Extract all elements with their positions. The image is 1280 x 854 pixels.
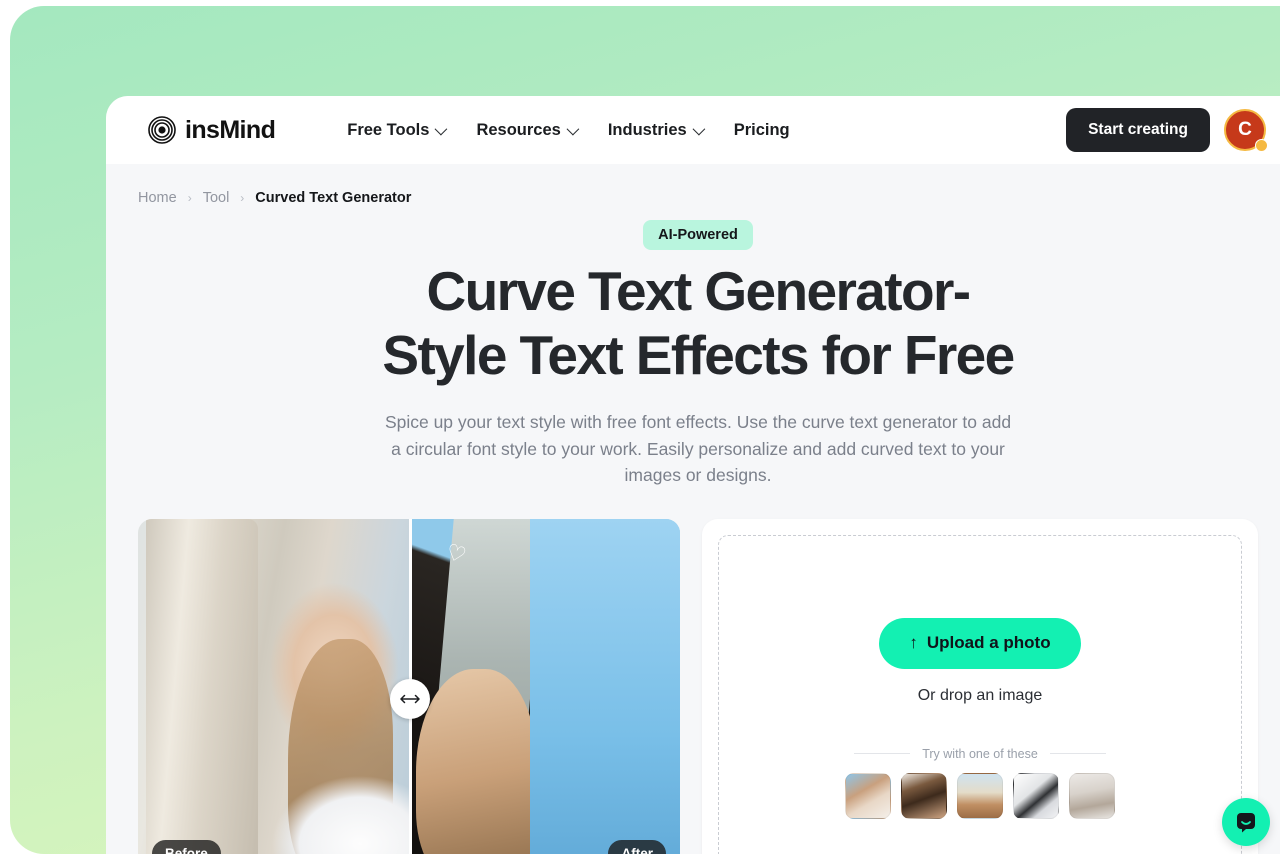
breadcrumb-item-current: Curved Text Generator xyxy=(255,190,412,206)
content-row: ♡ filling the entire scene with warmth xyxy=(106,489,1280,854)
hero-section: AI-Powered Curve Text Generator- Style T… xyxy=(106,206,1280,489)
page-background: insMind Free Tools Resources Industries … xyxy=(10,6,1280,854)
nav-label: Pricing xyxy=(733,120,790,139)
upload-arrow-icon: ↑ xyxy=(909,633,918,653)
sample-thumbnail-cosmetic-bottle[interactable] xyxy=(1013,772,1059,819)
breadcrumb-separator-icon: › xyxy=(187,191,192,205)
concentric-rings-logo-icon xyxy=(148,116,176,144)
page-title: Curve Text Generator- Style Text Effects… xyxy=(106,264,1280,383)
nav-item-resources[interactable]: Resources xyxy=(476,120,580,140)
header-actions: Start creating C xyxy=(1066,108,1268,152)
before-label: Before xyxy=(152,839,221,854)
sample-thumbnail-woman-with-sunglasses[interactable] xyxy=(845,772,891,819)
avatar-wrapper: C xyxy=(1224,109,1268,152)
page-subtitle: Spice up your text style with free font … xyxy=(384,412,1012,486)
before-photo-detail xyxy=(288,638,393,854)
nav-item-pricing[interactable]: Pricing xyxy=(734,121,790,140)
divider-line xyxy=(854,753,911,755)
chevron-down-icon xyxy=(692,122,705,135)
main-nav: Free Tools Resources Industries Pricing xyxy=(347,121,789,140)
sample-thumbnail-desert-road[interactable] xyxy=(957,772,1003,819)
before-photo xyxy=(138,518,410,854)
page-title-line2: Style Text Effects for Free xyxy=(382,324,1015,386)
upload-photo-button-label: Upload a photo xyxy=(926,633,1051,653)
comparison-slider-handle[interactable] xyxy=(390,678,430,719)
breadcrumb-item-home[interactable]: Home xyxy=(138,190,177,206)
chat-bubble-icon xyxy=(1237,813,1255,833)
upload-dropzone[interactable]: ↑ Upload a photo Or drop an image Try wi… xyxy=(718,534,1242,854)
ai-powered-badge: AI-Powered xyxy=(643,220,753,250)
try-samples-divider: Try with one of these xyxy=(854,746,1107,761)
nav-item-free-tools[interactable]: Free Tools xyxy=(347,120,448,140)
nav-label: Industries xyxy=(607,120,687,139)
chevron-down-icon xyxy=(566,122,580,135)
site-header: insMind Free Tools Resources Industries … xyxy=(106,96,1280,164)
sample-thumbnails xyxy=(845,772,1115,819)
after-image-pane: ♡ filling the entire scene with warmth xyxy=(410,518,680,854)
sample-thumbnail-man-with-long-hair[interactable] xyxy=(901,772,947,819)
sample-thumbnail-giraffe[interactable] xyxy=(1069,772,1115,819)
breadcrumb-separator-icon: › xyxy=(240,191,245,205)
try-samples-label: Try with one of these xyxy=(922,746,1038,761)
upload-photo-button[interactable]: ↑ Upload a photo xyxy=(879,617,1081,669)
nav-item-industries[interactable]: Industries xyxy=(607,120,705,140)
nav-label: Resources xyxy=(476,120,561,139)
chevron-down-icon xyxy=(435,122,448,135)
before-image-pane xyxy=(138,518,410,854)
after-photo xyxy=(410,518,680,854)
horizontal-resize-arrows-icon xyxy=(400,694,420,704)
divider-line xyxy=(1049,753,1107,755)
page-title-line1: Curve Text Generator- xyxy=(426,260,971,322)
brand-name: insMind xyxy=(185,115,276,144)
breadcrumb-item-tool[interactable]: Tool xyxy=(203,190,230,206)
chat-launcher-button[interactable] xyxy=(1222,798,1270,846)
app-content-card: insMind Free Tools Resources Industries … xyxy=(106,96,1280,854)
brand-logo[interactable]: insMind xyxy=(148,115,276,145)
after-photo-detail xyxy=(416,668,536,854)
drop-image-hint: Or drop an image xyxy=(917,686,1043,704)
before-after-comparison[interactable]: ♡ filling the entire scene with warmth xyxy=(138,518,680,854)
nav-label: Free Tools xyxy=(347,120,430,139)
breadcrumb: Home › Tool › Curved Text Generator xyxy=(106,164,1280,206)
after-label: After xyxy=(608,839,666,854)
avatar-premium-badge-icon xyxy=(1255,139,1268,152)
upload-panel: ↑ Upload a photo Or drop an image Try wi… xyxy=(702,518,1258,854)
start-creating-button[interactable]: Start creating xyxy=(1066,108,1210,152)
